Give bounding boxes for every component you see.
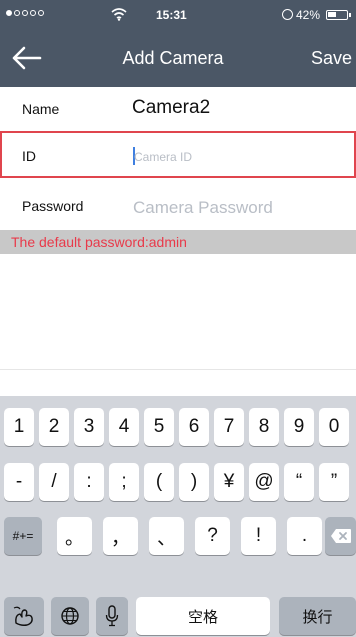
password-hint-bar: The default password:admin <box>0 230 356 254</box>
key-exclamation[interactable]: ! <box>241 517 276 555</box>
key-at[interactable]: @ <box>249 463 279 501</box>
default-password-hint: The default password:admin <box>11 234 187 250</box>
add-camera-screen: 15:31 42% Add Camera Save Name Camera2 I… <box>0 0 356 637</box>
key-colon[interactable]: : <box>74 463 104 501</box>
page-title: Add Camera <box>122 48 224 68</box>
camera-id-input[interactable] <box>134 147 344 167</box>
key-8[interactable]: 8 <box>249 408 279 446</box>
dictation-key[interactable] <box>96 597 128 635</box>
space-key[interactable]: 空格 <box>136 597 270 635</box>
key-5[interactable]: 5 <box>144 408 174 446</box>
key-right-paren[interactable]: ) <box>179 463 209 501</box>
save-button[interactable]: Save <box>311 48 352 69</box>
key-period[interactable]: . <box>287 517 322 555</box>
key-question[interactable]: ? <box>195 517 230 555</box>
id-label: ID <box>22 148 36 164</box>
battery-percent: 42% <box>296 8 321 22</box>
key-right-quote[interactable]: ” <box>319 463 349 501</box>
key-4[interactable]: 4 <box>109 408 139 446</box>
name-row[interactable]: Name Camera2 <box>0 87 356 131</box>
key-enumeration-comma[interactable]: 、 <box>149 517 184 555</box>
password-row[interactable]: Password <box>0 180 356 228</box>
key-7[interactable]: 7 <box>214 408 244 446</box>
key-chinese-comma[interactable]: ， <box>103 517 138 555</box>
key-left-quote[interactable]: “ <box>284 463 314 501</box>
password-label: Password <box>22 198 84 214</box>
name-label: Name <box>22 101 60 117</box>
signal-dot <box>14 10 20 16</box>
navigation-bar: Add Camera Save <box>0 30 356 87</box>
delete-key[interactable] <box>325 517 356 555</box>
signal-dot <box>22 10 28 16</box>
id-row[interactable]: ID <box>0 131 356 178</box>
divider <box>0 369 356 370</box>
key-slash[interactable]: / <box>39 463 69 501</box>
globe-icon <box>61 607 79 625</box>
status-bar: 15:31 42% <box>0 0 356 30</box>
key-2[interactable]: 2 <box>39 408 69 446</box>
handwriting-icon <box>13 606 33 626</box>
key-1[interactable]: 1 <box>4 408 34 446</box>
header: 15:31 42% Add Camera Save <box>0 0 356 87</box>
content-area <box>0 254 356 396</box>
key-semicolon[interactable]: ; <box>109 463 139 501</box>
microphone-icon <box>105 605 119 627</box>
wifi-icon <box>111 8 127 21</box>
key-6[interactable]: 6 <box>179 408 209 446</box>
signal-dot <box>30 10 36 16</box>
name-field[interactable]: Camera2 <box>132 97 210 119</box>
handwriting-key[interactable] <box>4 597 44 635</box>
battery-level <box>328 12 336 17</box>
key-hyphen[interactable]: - <box>4 463 34 501</box>
key-0[interactable]: 0 <box>319 408 349 446</box>
key-left-paren[interactable]: ( <box>144 463 174 501</box>
signal-dot <box>38 10 44 16</box>
camera-password-input[interactable] <box>133 198 343 218</box>
battery-tip <box>349 13 351 17</box>
battery-icon <box>326 10 348 20</box>
status-time: 15:31 <box>156 8 187 22</box>
signal-strength-icon <box>6 10 44 16</box>
language-key[interactable] <box>51 597 89 635</box>
alarm-icon <box>282 9 293 20</box>
signal-dot <box>6 10 12 16</box>
backspace-icon <box>330 529 351 543</box>
return-key[interactable]: 换行 <box>279 597 356 635</box>
key-3[interactable]: 3 <box>74 408 104 446</box>
key-chinese-period[interactable]: 。 <box>57 517 92 555</box>
key-yen[interactable]: ¥ <box>214 463 244 501</box>
keyboard: 1 2 3 4 5 6 7 8 9 0 - / : ; ( ) ¥ @ “ ” … <box>0 396 356 637</box>
symbols-toggle-key[interactable]: #+= <box>4 517 42 555</box>
key-9[interactable]: 9 <box>284 408 314 446</box>
